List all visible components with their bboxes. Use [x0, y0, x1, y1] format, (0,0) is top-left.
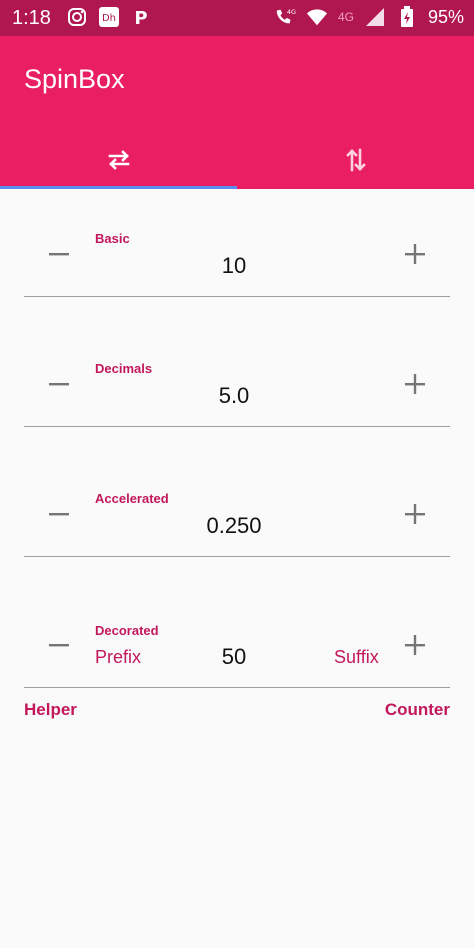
- status-bar: 1:18 Dh P 4G 4G 95%: [0, 0, 474, 36]
- app-title: SpinBox: [24, 64, 125, 94]
- tab-horizontal[interactable]: [0, 136, 237, 189]
- spinbox-value-input[interactable]: 5.0: [104, 383, 364, 409]
- battery-charging-icon: [396, 6, 418, 28]
- plus-icon: [405, 244, 425, 264]
- paytm-icon: P: [130, 6, 152, 28]
- tab-bar: [0, 136, 474, 189]
- minus-icon: [49, 253, 69, 256]
- increment-button[interactable]: [395, 494, 435, 534]
- plus-icon: [405, 374, 425, 394]
- swap-horizontal-icon: [105, 146, 133, 179]
- spinbox-accelerated: Accelerated 0.250: [24, 476, 450, 557]
- helper-text: Helper: [24, 700, 77, 719]
- increment-button[interactable]: [395, 234, 435, 274]
- status-system-icons: 4G 4G 95%: [274, 6, 464, 28]
- wifi-icon: [306, 6, 328, 28]
- field-label: Decorated: [95, 623, 159, 638]
- spinbox-basic: Basic 10: [24, 216, 450, 297]
- battery-percent: 95%: [427, 6, 464, 27]
- decrement-button[interactable]: [39, 234, 79, 274]
- counter-text: Counter: [384, 700, 450, 719]
- svg-text:P: P: [134, 8, 147, 27]
- tab-vertical[interactable]: [237, 136, 474, 189]
- minus-icon: [49, 644, 69, 647]
- increment-button[interactable]: [395, 625, 435, 665]
- spinbox-value-input[interactable]: 0.250: [104, 513, 364, 539]
- plus-icon: [405, 635, 425, 655]
- spinbox-value-input[interactable]: 10: [104, 253, 364, 279]
- call-volte-icon: 4G: [274, 6, 296, 28]
- decrement-button[interactable]: [39, 494, 79, 534]
- svg-text:4G: 4G: [287, 8, 296, 16]
- dailyhunt-icon: Dh: [98, 6, 120, 28]
- decrement-button[interactable]: [39, 364, 79, 404]
- spinbox-value-input[interactable]: 50: [104, 644, 364, 670]
- field-label: Accelerated: [95, 491, 169, 506]
- field-label: Basic: [95, 231, 130, 246]
- increment-button[interactable]: [395, 364, 435, 404]
- signal-icon: [364, 6, 386, 28]
- swap-vertical-icon: [342, 146, 370, 179]
- app-bar: SpinBox: [0, 36, 474, 189]
- decrement-button[interactable]: [39, 625, 79, 665]
- field-label: Decimals: [95, 361, 153, 376]
- svg-text:Dh: Dh: [102, 13, 116, 24]
- status-notifications: Dh P: [66, 6, 152, 28]
- plus-icon: [405, 504, 425, 524]
- tab-indicator: [0, 186, 237, 189]
- status-time: 1:18: [12, 7, 51, 29]
- suffix-text: Suffix: [334, 647, 379, 667]
- signal-label: 4G: [337, 10, 354, 24]
- spinbox-decimals: Decimals 5.0: [24, 346, 450, 427]
- minus-icon: [49, 383, 69, 386]
- instagram-icon: [66, 6, 88, 28]
- minus-icon: [49, 513, 69, 516]
- spinbox-decorated: Decorated Prefix 50 Suffix: [24, 607, 450, 688]
